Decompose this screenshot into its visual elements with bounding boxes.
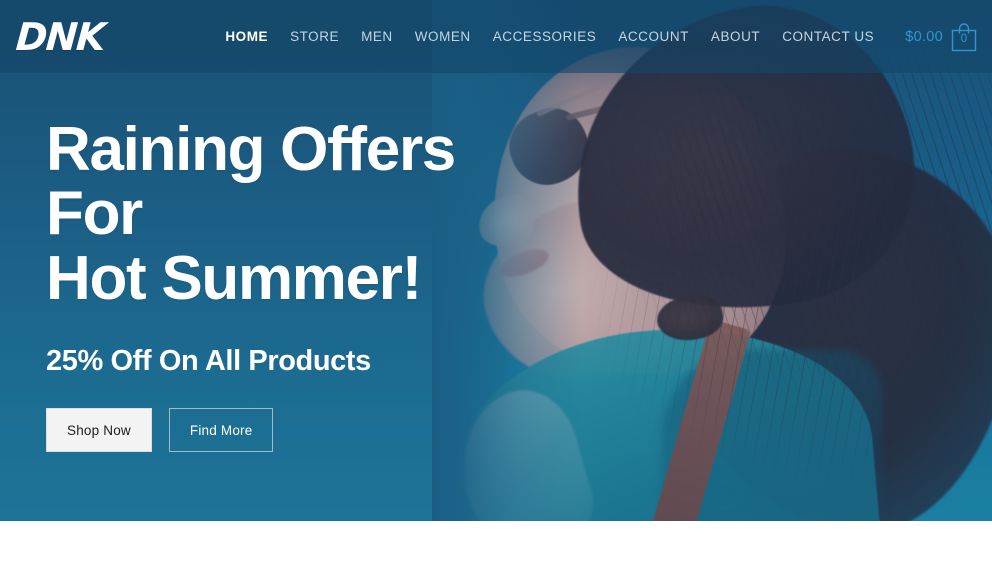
nav-item-store[interactable]: STORE (279, 29, 350, 44)
hero-content: Raining Offers For Hot Summer! 25% Off O… (46, 115, 566, 453)
page-root: Raining Offers For Hot Summer! 25% Off O… (0, 0, 992, 562)
shop-now-button[interactable]: Shop Now (46, 408, 152, 453)
nav-item-accessories[interactable]: ACCESSORIES (482, 29, 608, 44)
nav-item-women[interactable]: WOMEN (404, 29, 482, 44)
main-navigation: HOME STORE MEN WOMEN ACCESSORIES ACCOUNT… (214, 29, 885, 44)
hero-subtitle: 25% Off On All Products (46, 345, 371, 378)
cart-total-amount: $0.00 (905, 28, 943, 45)
cart-widget[interactable]: $0.00 0 (905, 22, 978, 52)
nav-item-account[interactable]: ACCOUNT (607, 29, 700, 44)
hero-button-group: Shop Now Find More (46, 408, 566, 453)
nav-item-about[interactable]: ABOUT (700, 29, 771, 44)
nav-item-men[interactable]: MEN (350, 29, 404, 44)
shopping-bag-icon[interactable]: 0 (950, 22, 978, 52)
hero-banner: Raining Offers For Hot Summer! 25% Off O… (0, 0, 992, 521)
nav-item-contact-us[interactable]: CONTACT US (771, 29, 885, 44)
site-header: DNK HOME STORE MEN WOMEN ACCESSORIES ACC… (0, 0, 992, 73)
nav-item-home[interactable]: HOME (214, 29, 279, 44)
brand-logo[interactable]: DNK (14, 15, 105, 59)
hero-title: Raining Offers For Hot Summer! (46, 115, 456, 313)
cart-item-count: 0 (960, 32, 968, 45)
find-more-button[interactable]: Find More (168, 408, 274, 453)
page-body-area (0, 521, 992, 562)
